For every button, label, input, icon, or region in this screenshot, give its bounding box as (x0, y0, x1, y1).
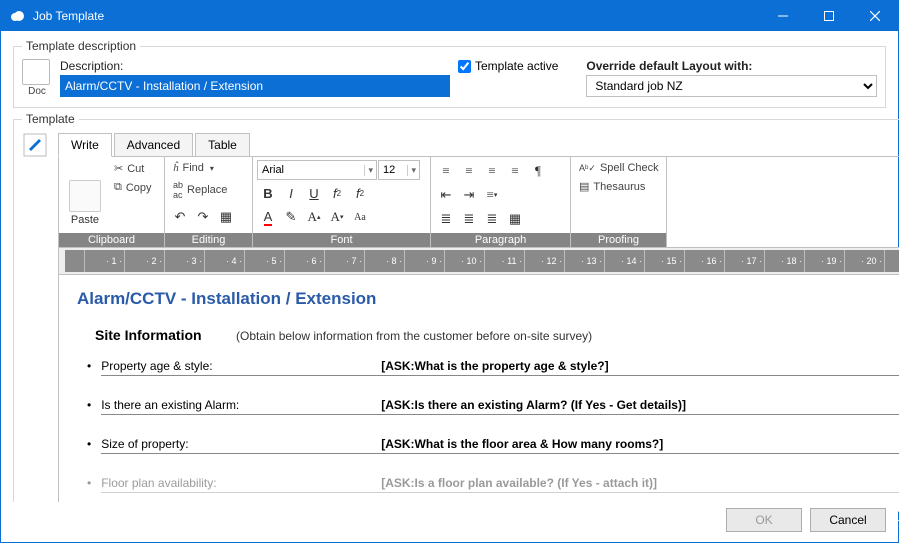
highlight-button[interactable]: ✎ (280, 206, 302, 228)
description-label: Description: (60, 59, 450, 73)
list-item: Is there an existing Alarm:[ASK:Is there… (105, 398, 899, 415)
override-label: Override default Layout with: (586, 59, 877, 73)
ribbon-group-paragraph: Paragraph (431, 233, 570, 247)
font-family-combo[interactable]: Arial (257, 160, 377, 180)
numbering-button[interactable]: ≣ (458, 208, 480, 230)
align-justify-button[interactable]: ≡ (504, 160, 526, 182)
close-button[interactable] (852, 1, 898, 31)
tab-advanced[interactable]: Advanced (114, 133, 193, 157)
find-button[interactable]: ĥFind▾ (169, 160, 248, 176)
indent-dec-button[interactable]: ⇤ (435, 184, 457, 206)
window-title: Job Template (33, 9, 760, 23)
bold-button[interactable]: B (257, 182, 279, 204)
underline-button[interactable]: U (303, 182, 325, 204)
cut-button[interactable]: ✂Cut (110, 160, 156, 177)
align-right-button[interactable]: ≡ (481, 160, 503, 182)
tab-write[interactable]: Write (58, 133, 112, 157)
ruler[interactable]: · 1 ·· 2 ·· 3 ·· 4 · · 5 ·· 6 ·· 7 ·· 8 … (59, 248, 899, 275)
align-left-button[interactable]: ≡ (435, 160, 457, 182)
show-marks-button[interactable]: ¶ (527, 160, 549, 182)
tab-table[interactable]: Table (195, 133, 250, 157)
copy-icon: ⧉ (114, 181, 122, 194)
minimize-button[interactable] (760, 1, 806, 31)
template-description-legend: Template description (22, 39, 140, 53)
find-icon: ĥ (173, 162, 179, 174)
site-info-label: Site Information (77, 317, 232, 353)
titlebar: Job Template (1, 1, 898, 31)
select-all-button[interactable]: ▦ (215, 206, 237, 228)
paste-button[interactable]: Paste (63, 160, 107, 226)
spell-check-button[interactable]: Aᵇ✓Spell Check (575, 160, 663, 176)
editor-area: Paste ✂Cut ⧉Copy Clipboard ĥFin (58, 156, 899, 512)
ok-button[interactable]: OK (726, 508, 802, 532)
list-item: Property age & style:[ASK:What is the pr… (105, 359, 899, 376)
template-legend: Template (22, 112, 79, 126)
italic-button[interactable]: I (280, 182, 302, 204)
app-icon (9, 8, 25, 24)
superscript-button[interactable]: f2 (349, 182, 371, 204)
indent-inc-button[interactable]: ⇥ (458, 184, 480, 206)
list-item: Size of property:[ASK:What is the floor … (105, 437, 899, 454)
ribbon-group-proofing: Proofing (571, 233, 666, 247)
template-description-group: Template description Doc Description: Te… (13, 39, 886, 108)
redo-button[interactable]: ↷ (192, 206, 214, 228)
ribbon-group-clipboard: Clipboard (59, 233, 164, 247)
template-active-label: Template active (475, 59, 558, 73)
ribbon: Paste ✂Cut ⧉Copy Clipboard ĥFin (59, 157, 899, 248)
doc-icon: Doc (22, 59, 52, 97)
outline-button[interactable]: ≣ (481, 208, 503, 230)
cancel-button[interactable]: Cancel (810, 508, 886, 532)
scissors-icon: ✂ (114, 162, 123, 175)
doc-title: Alarm/CCTV - Installation / Extension (77, 289, 899, 309)
grow-font-button[interactable]: A▴ (303, 206, 325, 228)
replace-button[interactable]: abacReplace (169, 178, 248, 202)
ribbon-group-font: Font (253, 233, 430, 247)
line-spacing-button[interactable]: ≡▾ (481, 184, 503, 206)
maximize-button[interactable] (806, 1, 852, 31)
undo-button[interactable]: ↶ (169, 206, 191, 228)
book-icon: ▤ (579, 180, 589, 193)
site-info-note: (Obtain below information from the custo… (236, 329, 592, 343)
copy-button[interactable]: ⧉Copy (110, 179, 156, 196)
override-select[interactable]: Standard job NZ (586, 75, 877, 97)
template-active-checkbox[interactable] (458, 60, 471, 73)
align-center-button[interactable]: ≡ (458, 160, 480, 182)
description-input[interactable] (60, 75, 450, 97)
edit-icon (22, 132, 52, 512)
bullets-button[interactable]: ≣ (435, 208, 457, 230)
font-size-combo[interactable]: 12 (378, 160, 420, 180)
subscript-button[interactable]: f2 (326, 182, 348, 204)
dialog-footer: OK Cancel (1, 502, 898, 542)
template-group: Template Write Advanced Table (13, 112, 899, 521)
spellcheck-icon: Aᵇ✓ (579, 163, 596, 174)
replace-icon: abac (173, 180, 183, 200)
shrink-font-button[interactable]: A▾ (326, 206, 348, 228)
borders-button[interactable]: ▦ (504, 208, 526, 230)
thesaurus-button[interactable]: ▤Thesaurus (575, 178, 663, 195)
font-color-button[interactable]: A (257, 206, 279, 228)
document-viewport[interactable]: Alarm/CCTV - Installation / Extension Si… (59, 275, 899, 511)
list-item: Floor plan availability:[ASK:Is a floor … (105, 476, 899, 493)
ribbon-group-editing: Editing (165, 233, 252, 247)
change-case-button[interactable]: Aa (349, 206, 371, 228)
